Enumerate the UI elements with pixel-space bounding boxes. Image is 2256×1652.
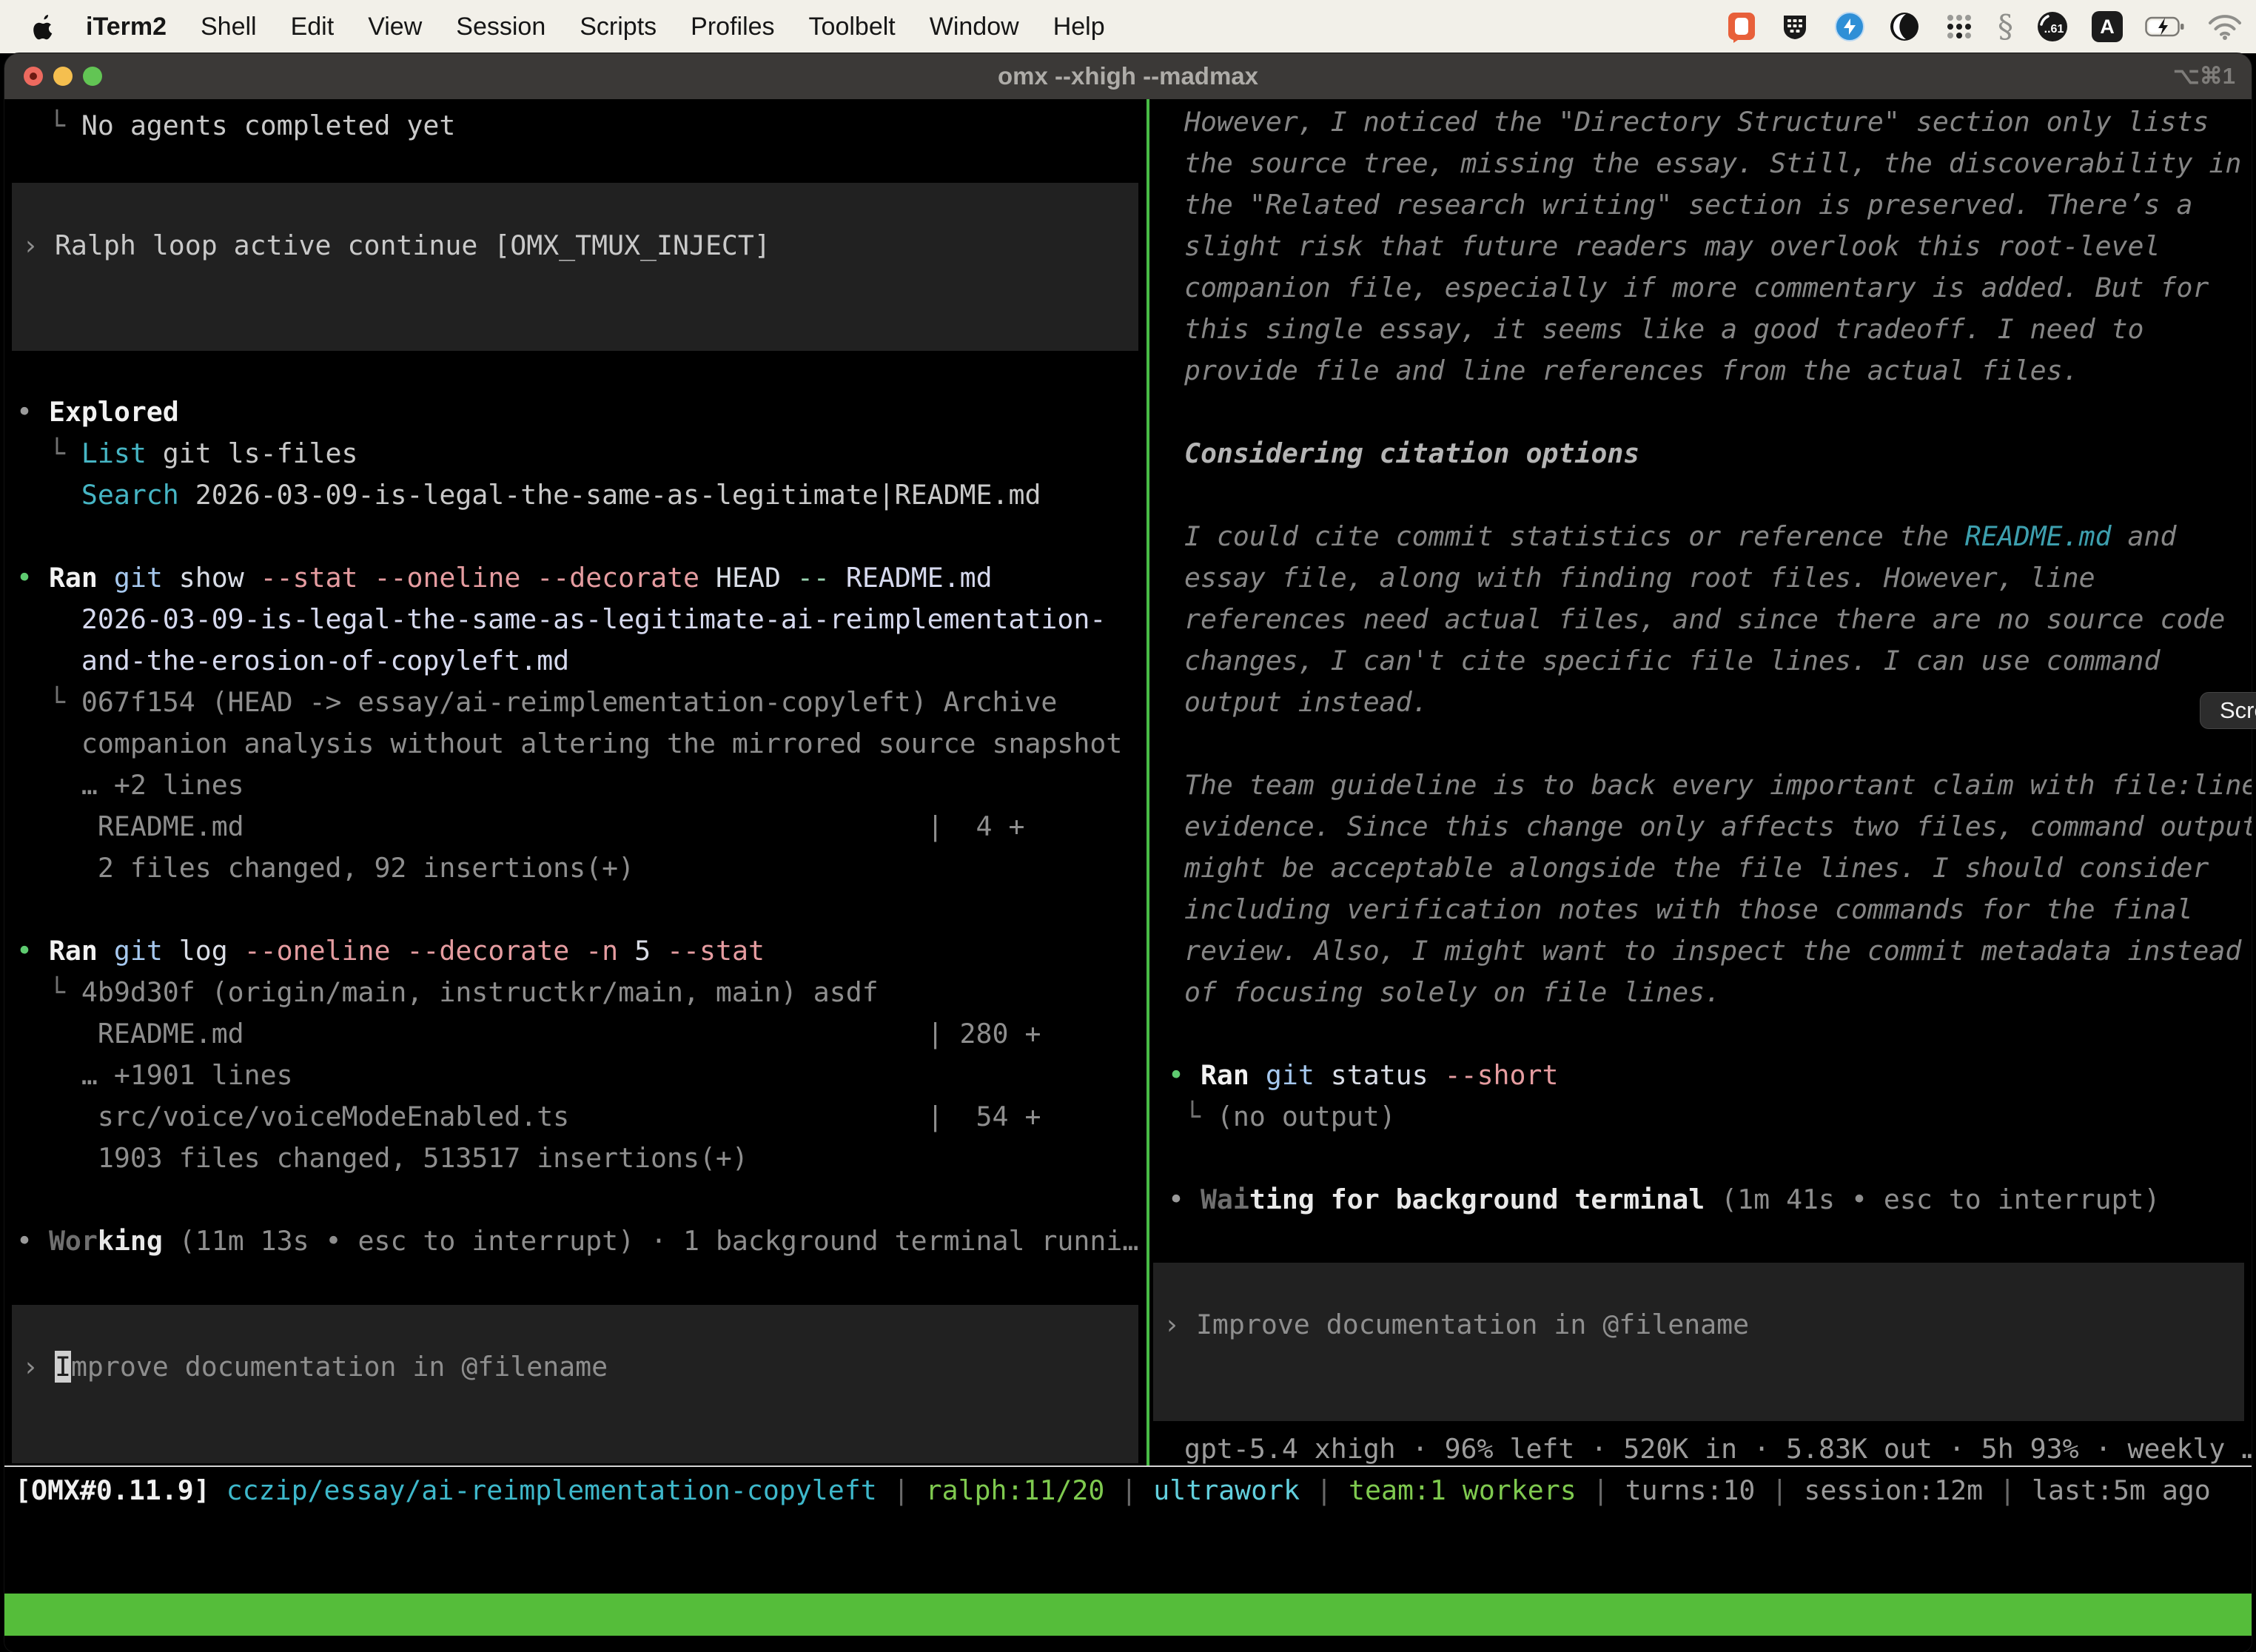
squiggle-utility-icon[interactable]: § — [1998, 10, 2013, 43]
terminal-line: └ 4b9d30f (origin/main, instructkr/main,… — [4, 972, 1150, 1013]
terminal-line: src/voice/voiceModeEnabled.ts | 54 + — [4, 1096, 1150, 1138]
terminal-line: review. Also, I might want to inspect th… — [1153, 930, 2252, 972]
apple-menu-icon[interactable] — [33, 13, 55, 40]
menu-item-window[interactable]: Window — [930, 13, 1019, 41]
window-shortcut-badge: ⌥⌘1 — [2173, 63, 2235, 90]
terminal-line: I could cite commit statistics or refere… — [1153, 516, 2252, 557]
menu-bar: iTerm2 Shell Edit View Session Scripts Profile… — [0, 0, 2256, 53]
menu-item-session[interactable]: Session — [456, 13, 545, 41]
window-title: omx --xhigh --madmax — [998, 62, 1258, 90]
terminal-line: › Improve documentation in @filename — [1153, 1304, 2244, 1346]
blue-badge-bolt-icon[interactable] — [1833, 10, 1866, 43]
terminal-line: └ (no output) — [1153, 1096, 2252, 1138]
input-source-icon[interactable]: A — [2092, 11, 2123, 42]
terminal-line: output instead. — [1153, 682, 2252, 723]
terminal-line: might be acceptable alongside the file l… — [1153, 847, 2252, 889]
battery-badge-icon[interactable]: ..61 — [2035, 10, 2069, 44]
menu-items: iTerm2 Shell Edit View Session Scripts Profile… — [86, 13, 1105, 41]
terminal-line: companion analysis without altering the … — [4, 723, 1150, 765]
explored-list-line: └ List git ls-files — [4, 433, 1150, 474]
terminal-line: this single essay, it seems like a good … — [1153, 309, 2252, 350]
terminal-line: essay file, along with finding root file… — [1153, 557, 2252, 599]
terminal-line: and-the-erosion-of-copyleft.md — [4, 640, 1150, 682]
terminal-line: changes, I can't cite specific file line… — [1153, 640, 2252, 682]
right-prompt-box[interactable]: › Improve documentation in @filename — [1153, 1263, 2244, 1421]
window-title-bar[interactable]: omx --xhigh --madmax ⌥⌘1 — [4, 53, 2252, 99]
terminal-line: slight risk that future readers may over… — [1153, 226, 2252, 267]
battery-icon[interactable] — [2145, 16, 2185, 38]
thinking-heading: Considering citation options — [1153, 433, 2252, 474]
explored-header-line: • Explored — [4, 392, 1150, 433]
terminal-line: references need actual files, and since … — [1153, 599, 2252, 640]
screen-share-overlay-label: Scre — [2220, 697, 2256, 724]
menu-bar-status-icons: § ..61 A — [1727, 10, 2243, 44]
working-status-line: • Working (11m 13s • esc to interrupt) ·… — [4, 1220, 1150, 1262]
right-pane[interactable]: However, I noticed the "Directory Struct… — [1153, 99, 2252, 1465]
menu-item-iterm2[interactable]: iTerm2 — [86, 13, 167, 41]
menu-item-profiles[interactable]: Profiles — [691, 13, 774, 41]
terminal-line: The team guideline is to back every impo… — [1153, 765, 2252, 806]
iterm-window: omx --xhigh --madmax ⌥⌘1 └ No agents com… — [4, 53, 2252, 1652]
terminal-line: However, I noticed the "Directory Struct… — [1153, 101, 2252, 143]
screen-recording-indicator-icon[interactable] — [1727, 10, 1756, 43]
menu-item-toolbelt[interactable]: Toolbelt — [809, 13, 896, 41]
terminal-line: └ 067f154 (HEAD -> essay/ai-reimplementa… — [4, 682, 1150, 723]
terminal-line: the source tree, missing the essay. Stil… — [1153, 143, 2252, 184]
wifi-icon[interactable] — [2207, 13, 2243, 40]
close-button[interactable] — [24, 67, 43, 86]
terminal-line: README.md | 280 + — [4, 1013, 1150, 1055]
terminal: └ No agents completed yet › Ralph loop ac… — [4, 99, 2252, 1652]
terminal-line: … +2 lines — [4, 765, 1150, 806]
ran-git-show-line: • Ran git show --stat --oneline --decora… — [4, 557, 1150, 599]
menu-item-view[interactable]: View — [368, 13, 422, 41]
omx-status-line: [OMX#0.11.9] cczip/essay/ai-reimplementa… — [4, 1470, 2252, 1511]
menu-item-edit[interactable]: Edit — [291, 13, 335, 41]
left-pane[interactable]: └ No agents completed yet › Ralph loop ac… — [4, 99, 1150, 1465]
terminal-line: including verification notes with those … — [1153, 889, 2252, 930]
right-session-status-line: gpt-5.4 xhigh · 96% left · 520K in · 5.8… — [1153, 1428, 2252, 1465]
terminal-line: companion file, especially if more comme… — [1153, 267, 2252, 309]
waiting-status-line: • Waiting for background terminal (1m 41… — [1153, 1179, 2252, 1220]
agents-status-line: └ No agents completed yet — [4, 105, 1150, 147]
terminal-line: › Improve documentation in @filename — [12, 1346, 1138, 1388]
ran-git-log-line: • Ran git log --oneline --decorate -n 5 … — [4, 930, 1150, 972]
terminal-line: evidence. Since this change only affects… — [1153, 806, 2252, 847]
terminal-line: › Ralph loop active continue [OMX_TMUX_I… — [12, 225, 1138, 266]
ran-git-status-line: • Ran git status --short — [1153, 1055, 2252, 1096]
svg-text:..61: ..61 — [2044, 23, 2064, 36]
ralph-loop-box[interactable]: › Ralph loop active continue [OMX_TMUX_I… — [12, 183, 1138, 351]
screen-share-overlay[interactable]: Scre — [2200, 692, 2256, 729]
menu-item-shell[interactable]: Shell — [201, 13, 257, 41]
terminal-line: README.md | 4 + — [4, 806, 1150, 847]
pane-divider[interactable] — [1147, 99, 1149, 1465]
terminal-line: 2 files changed, 92 insertions(+) — [4, 847, 1150, 889]
zoom-button[interactable] — [83, 67, 102, 86]
tmux-status-bar: [omx-cczip0:bash* "MacBook-Pro-44.local"… — [4, 1594, 2252, 1636]
left-prompt-box[interactable]: › Improve documentation in @filename — [12, 1305, 1138, 1463]
explored-search-line: Search 2026-03-09-is-legal-the-same-as-l… — [4, 474, 1150, 516]
terminal-line: provide file and line references from th… — [1153, 350, 2252, 392]
menu-item-help[interactable]: Help — [1053, 13, 1105, 41]
terminal-line: 2026-03-09-is-legal-the-same-as-legitima… — [4, 599, 1150, 640]
terminal-line: of focusing solely on file lines. — [1153, 972, 2252, 1013]
terminal-line: 1903 files changed, 513517 insertions(+) — [4, 1138, 1150, 1179]
pane-bottom-border — [4, 1465, 2252, 1467]
menu-item-scripts[interactable]: Scripts — [580, 13, 657, 41]
moon-contrast-icon[interactable] — [1888, 10, 1921, 43]
terminal-line: the "Related research writing" section i… — [1153, 184, 2252, 226]
keyboard-shield-icon[interactable] — [1779, 10, 1811, 43]
app-grid-icon[interactable] — [1943, 10, 1975, 43]
minimize-button[interactable] — [53, 67, 73, 86]
terminal-line: … +1901 lines — [4, 1055, 1150, 1096]
